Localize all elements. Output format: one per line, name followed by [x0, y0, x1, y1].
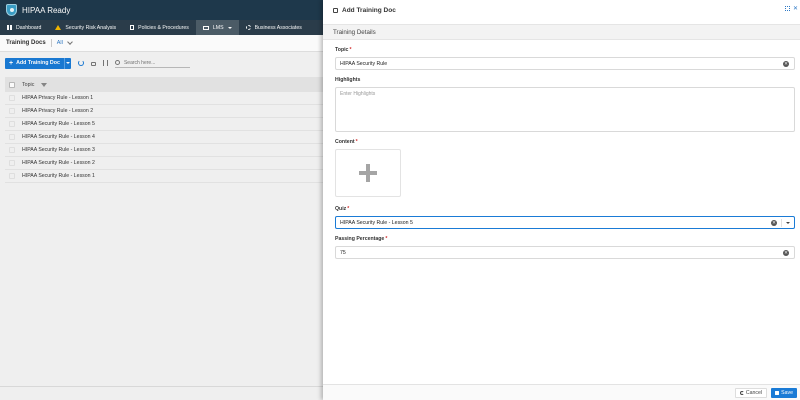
- save-icon: [775, 391, 780, 395]
- plus-icon: [359, 164, 377, 182]
- topic-label: Topic*: [335, 47, 352, 53]
- content-label: Content*: [335, 139, 358, 145]
- chevron-down-icon[interactable]: [786, 221, 790, 224]
- passing-percentage-field[interactable]: 75 ✕: [335, 246, 795, 259]
- save-button[interactable]: Save: [771, 388, 797, 398]
- topic-value: HIPAA Security Rule: [340, 60, 388, 67]
- expand-icon[interactable]: [784, 6, 790, 11]
- highlights-label: Highlights: [335, 77, 361, 83]
- cancel-button[interactable]: Cancel: [734, 388, 767, 398]
- required-marker: *: [355, 139, 358, 145]
- highlights-textarea[interactable]: Enter Highlights: [335, 87, 795, 132]
- passing-percentage-value: 75: [340, 249, 346, 256]
- clear-icon[interactable]: ✕: [771, 219, 777, 226]
- clear-icon[interactable]: ✕: [783, 60, 789, 67]
- panel-header: Add Training Doc ✕: [323, 0, 800, 20]
- undo-icon: [739, 391, 744, 395]
- panel-footer: Cancel Save: [323, 384, 800, 400]
- close-icon[interactable]: ✕: [793, 6, 798, 12]
- section-heading: Training Details: [323, 24, 800, 40]
- clear-icon[interactable]: ✕: [783, 249, 789, 256]
- passing-percentage-label: Passing Percentage*: [335, 236, 388, 242]
- content-upload-button[interactable]: [335, 149, 401, 197]
- required-marker: *: [385, 236, 388, 242]
- required-marker: *: [347, 206, 350, 212]
- quiz-label: Quiz*: [335, 206, 350, 212]
- topic-field[interactable]: HIPAA Security Rule ✕: [335, 57, 795, 70]
- training-doc-form: Topic* HIPAA Security Rule ✕ Highlights …: [323, 47, 800, 259]
- quiz-value: HIPAA Security Rule - Lesson 5: [340, 219, 413, 226]
- divider: [781, 219, 782, 227]
- panel-title: Add Training Doc: [342, 6, 396, 14]
- panel-header-actions: ✕: [784, 6, 798, 12]
- quiz-select[interactable]: HIPAA Security Rule - Lesson 5 ✕: [335, 216, 795, 229]
- modal-backdrop[interactable]: [0, 0, 323, 400]
- required-marker: *: [349, 47, 352, 53]
- add-training-doc-panel: Add Training Doc ✕ Training Details Topi…: [323, 0, 800, 400]
- edit-icon: [333, 7, 338, 13]
